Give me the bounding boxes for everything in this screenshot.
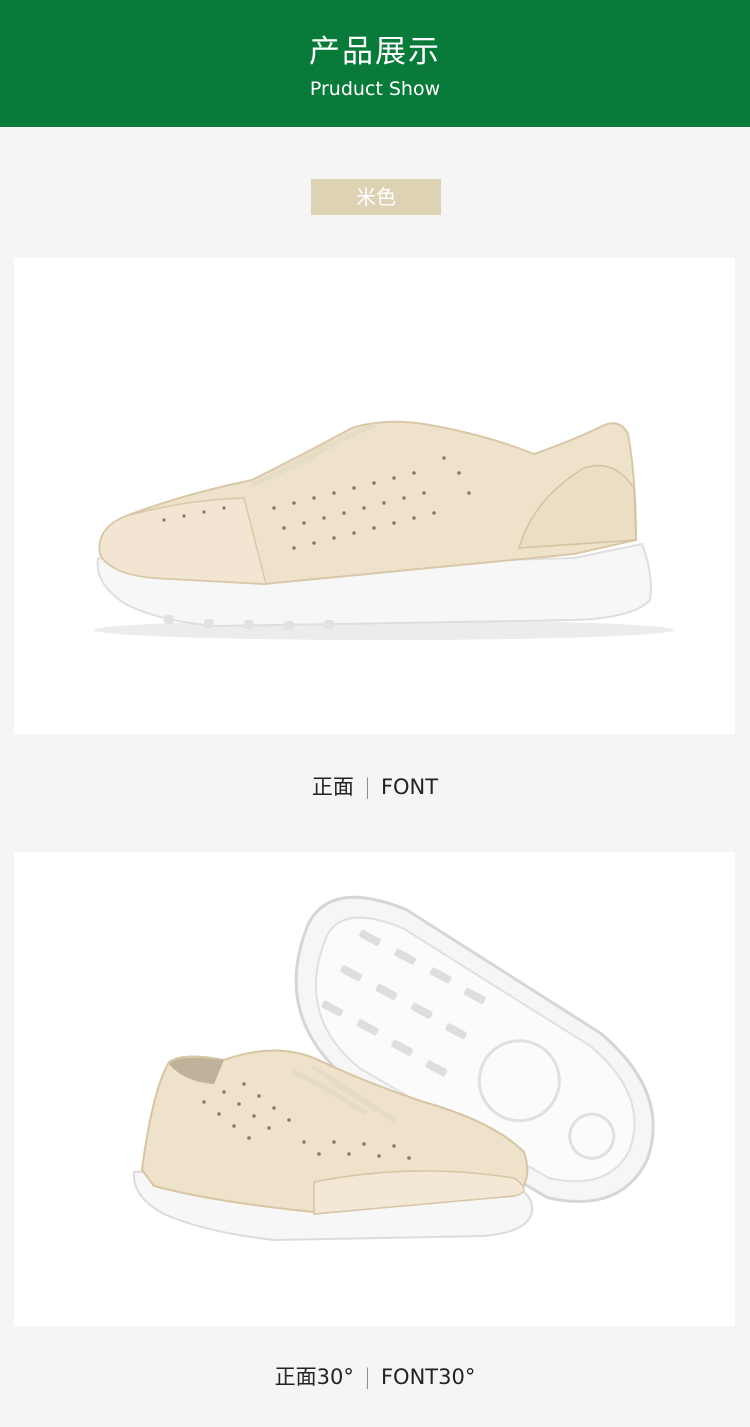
caption-en: FONT30°	[380, 1365, 476, 1389]
caption-separator: |	[363, 1365, 371, 1389]
section-header: 产品展示 Pruduct Show	[0, 0, 750, 127]
caption-separator: |	[363, 775, 371, 799]
product-photo-front	[14, 258, 735, 734]
section-subtitle: Pruduct Show	[309, 78, 441, 100]
shoe-side-illustration	[94, 420, 674, 640]
shoe-pair-illustration	[132, 895, 655, 1242]
caption-cn: 正面30°	[274, 1365, 354, 1389]
section-title: 产品展示	[309, 34, 441, 70]
product-photo-front-30	[14, 852, 735, 1326]
photo-caption-front: 正面 | FONT	[0, 771, 750, 801]
caption-cn: 正面	[311, 775, 354, 799]
color-tag: 米色	[311, 179, 441, 215]
caption-en: FONT	[380, 775, 439, 799]
photo-caption-front-30: 正面30° | FONT30°	[0, 1361, 750, 1391]
